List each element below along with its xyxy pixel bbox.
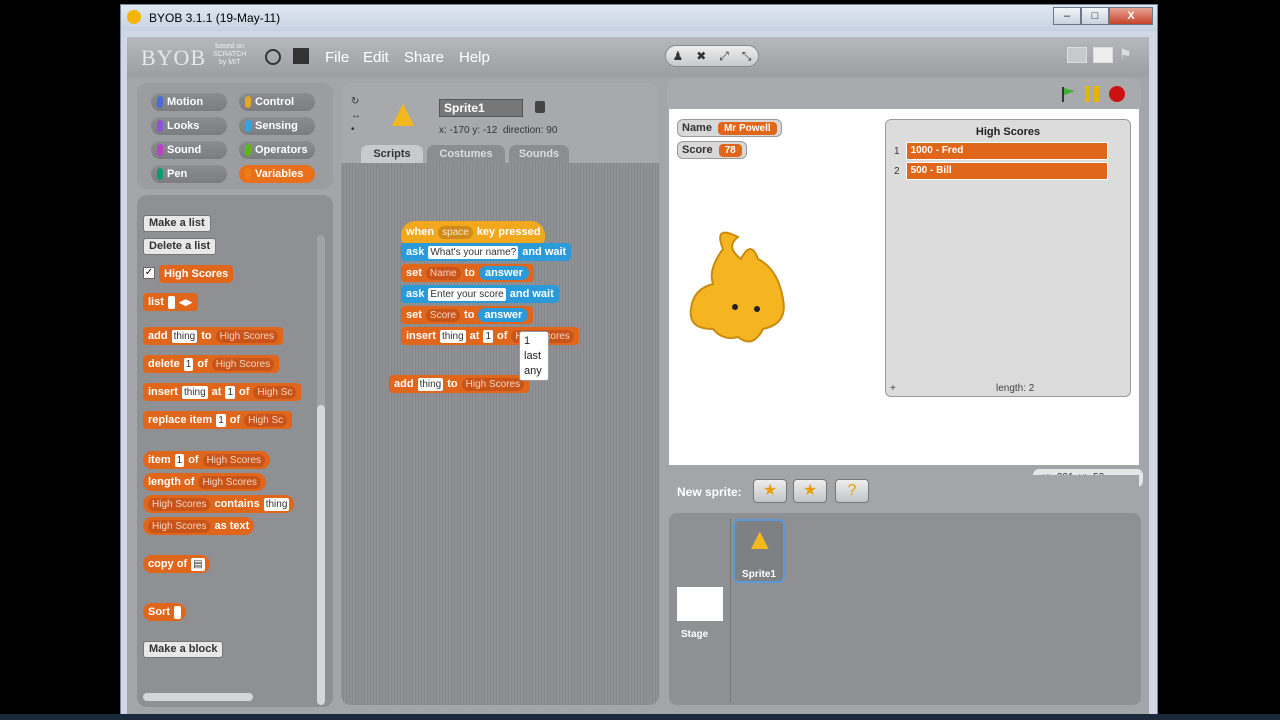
stage-thumbnail[interactable]: Stage [673,519,731,703]
insert-at-block[interactable]: insertthingat1ofHigh Scores [401,327,579,345]
replace-item-block[interactable]: replace item 1 of High Sc [143,411,293,429]
paint-new-sprite-button[interactable]: ★ [753,479,787,503]
stage[interactable]: Name Mr Powell Score 78 High Scores 1 1000 … [669,109,1139,465]
new-sprite-label: New sprite: [677,485,742,499]
list-as-text-block[interactable]: High Scores as text [143,517,255,535]
menu-help[interactable]: Help [459,49,490,66]
presentation-mode-icon[interactable]: ⚑ [1119,47,1139,63]
new-sprite-bar: New sprite: ★ ★ ? [669,475,1139,507]
monitor-name[interactable]: Name Mr Powell [677,119,782,137]
stop-sign-icon[interactable] [1109,86,1125,102]
logo-subtitle: based on SCRATCH by MIT [213,43,247,66]
random-sprite-button[interactable]: ? [835,479,869,503]
tab-costumes[interactable]: Costumes [427,145,505,163]
length-of-list-block[interactable]: length of High Scores [143,473,266,491]
ask-score-block[interactable]: ask Enter your score and wait [401,285,559,303]
item-of-list-block[interactable]: item 1 of High Scores [143,451,271,469]
list-length: length: 2 [996,383,1035,394]
stage-toolbar [667,79,1141,109]
sprite-name-field[interactable]: Sprite1 [439,99,523,117]
menu-item-last[interactable]: last [524,349,544,364]
sprite1-thumbnail[interactable]: ▲ Sprite1 [733,519,785,583]
make-a-block-button[interactable]: Make a block [143,641,224,658]
block-palette: Make a list Delete a list ✓ High Scores … [137,195,333,707]
scripts-area[interactable]: when space key pressed ask What's your name… [341,163,659,705]
close-button[interactable]: X [1109,7,1153,25]
small-stage-icon[interactable] [1067,47,1087,63]
cut-tool-icon[interactable]: ✖ [696,49,706,63]
stamp-tool-icon[interactable]: ♟ [672,49,683,63]
pause-icon[interactable] [1085,86,1099,102]
palette-hscrollbar[interactable] [143,693,253,701]
insert-at-list-block[interactable]: insert thing at 1 of High Sc [143,383,302,401]
language-globe-icon[interactable] [265,49,281,65]
list-contains-block[interactable]: High Scores contains thing [143,495,295,513]
palette-scrollbar[interactable] [317,235,325,705]
window-title: BYOB 3.1.1 (19-May-11) [149,11,281,25]
monitor-score[interactable]: Score 78 [677,141,747,159]
category-control[interactable]: Control [239,93,315,111]
sprite1-thumbnail-icon: ▲ [745,523,775,556]
menu-file[interactable]: File [325,49,349,66]
delete-of-list-block[interactable]: delete 1 of High Scores [143,355,280,373]
add-to-list-block[interactable]: add thing to High Scores [143,327,284,345]
set-score-block[interactable]: set Score to answer [401,306,534,324]
lock-icon[interactable] [535,101,545,113]
set-name-block[interactable]: set Name to answer [401,264,534,282]
copy-of-block[interactable]: copy of ▤ [143,555,210,573]
add-to-block[interactable]: add thing to High Scores [389,375,530,393]
sort-block[interactable]: Sort [143,603,186,621]
category-looks[interactable]: Looks [151,117,227,135]
delete-a-list-button[interactable]: Delete a list [143,238,217,255]
menu-edit[interactable]: Edit [363,49,389,66]
category-pen[interactable]: Pen [151,165,227,183]
category-selector: Motion Control Looks Sensing Sound Opera… [137,83,333,189]
sprite-thumbnail-icon: ▲ [384,93,422,135]
category-sensing[interactable]: Sensing [239,117,315,135]
list-row: 1 1000 - Fred [894,142,1108,160]
maximize-button[interactable]: □ [1081,7,1109,25]
gobo-sprite[interactable] [683,229,793,349]
high-scores-list-watcher[interactable]: High Scores 1 1000 - Fred 2 500 - Bill + l… [885,119,1131,397]
shrink-tool-icon[interactable]: ⤡ [742,49,752,64]
taskbar [0,714,1280,720]
category-motion[interactable]: Motion [151,93,227,111]
ask-name-block[interactable]: ask What's your name? and wait [401,243,572,261]
list-block[interactable]: list ◀▶ [143,293,198,311]
when-key-pressed-block[interactable]: when space key pressed [401,221,546,243]
cursor-tools: ♟ ✖ ⤢ ⤡ [665,45,759,67]
category-variables[interactable]: Variables [239,165,315,183]
menu-bar: BYOB based on SCRATCH by MIT File Edit Sha… [127,37,1149,77]
normal-stage-icon[interactable] [1093,47,1113,63]
tab-scripts[interactable]: Scripts [361,145,423,163]
list-show-checkbox[interactable]: ✓ [143,267,155,279]
index-dropdown-menu[interactable]: 1 last any [519,331,549,381]
category-operators[interactable]: Operators [239,141,315,159]
grow-tool-icon[interactable]: ⤢ [719,49,729,64]
menu-share[interactable]: Share [404,49,444,66]
list-title: High Scores [975,126,1041,138]
add-item-button[interactable]: + [890,383,896,394]
category-sound[interactable]: Sound [151,141,227,159]
menu-item-any[interactable]: any [524,364,544,379]
save-disk-icon[interactable] [293,48,309,64]
list-row: 2 500 - Bill [894,162,1108,180]
sprite-coords: x: -170 y: -12 direction: 90 [439,125,558,136]
title-bar: BYOB 3.1.1 (19-May-11) – □ X [121,5,1157,31]
list-reporter-high-scores[interactable]: High Scores [159,265,234,283]
sprite-corral: Stage ▲ Sprite1 [669,513,1141,705]
rotation-style-icons[interactable]: ↻ ↔ • [351,95,361,137]
app-window: BYOB 3.1.1 (19-May-11) – □ X BYOB based … [120,4,1158,720]
make-a-list-button[interactable]: Make a list [143,215,211,232]
choose-sprite-file-button[interactable]: ★ [793,479,827,503]
menu-item-1[interactable]: 1 [524,334,544,349]
app-icon [127,10,141,24]
byob-logo: BYOB [141,45,207,70]
minimize-button[interactable]: – [1053,7,1081,25]
tab-sounds[interactable]: Sounds [509,145,569,163]
byob-app: BYOB based on SCRATCH by MIT File Edit Sha… [127,37,1149,717]
green-flag-icon[interactable] [1060,86,1076,102]
